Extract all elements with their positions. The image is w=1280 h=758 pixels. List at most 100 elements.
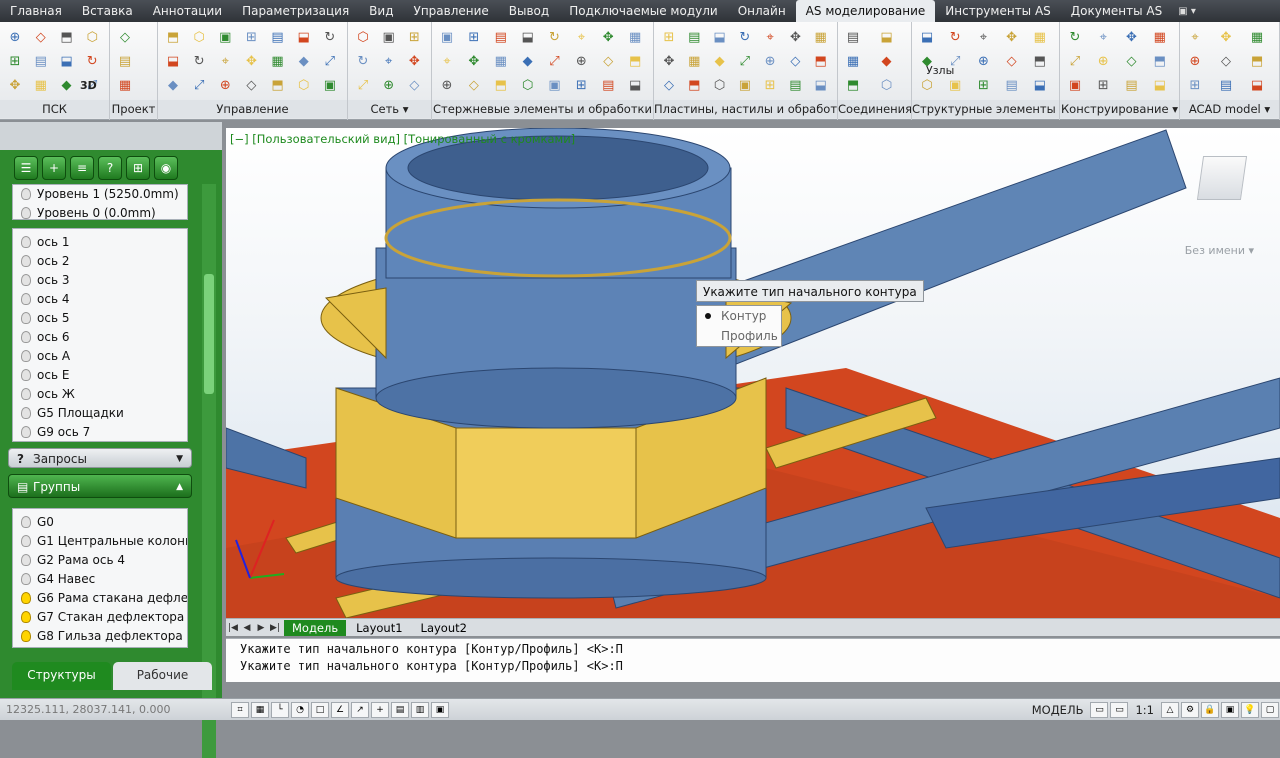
visibility-bulb-icon[interactable] — [21, 369, 31, 381]
ducs-icon[interactable]: ↗ — [351, 701, 369, 718]
group-item[interactable]: G4 Навес — [13, 570, 187, 589]
groups-section-header[interactable]: ▤ Группы ▲ — [8, 474, 192, 498]
viewcube-icon[interactable] — [1196, 156, 1248, 200]
ribbon-tool-icon[interactable]: ▦ — [842, 50, 864, 72]
ribbon-tool-icon[interactable]: ▣ — [436, 26, 458, 48]
ribbon-tool-icon[interactable]: ▤ — [267, 26, 289, 48]
layout-tab[interactable]: Модель — [284, 619, 347, 636]
hardware-acceleration-icon[interactable]: ▣ — [1221, 701, 1239, 718]
axis-item[interactable]: ось 2 — [13, 252, 187, 271]
ribbon-tool-icon[interactable]: ⊕ — [4, 26, 26, 48]
ribbon-tool-icon[interactable]: ⊕ — [214, 74, 236, 96]
ribbon-tool-icon[interactable]: ↻ — [319, 26, 341, 48]
axis-item[interactable]: G9 ось 7 — [13, 423, 187, 441]
axis-item[interactable]: ось 6 — [13, 328, 187, 347]
ribbon-tool-icon[interactable]: ⊞ — [1184, 74, 1206, 96]
menu-tab[interactable]: Вывод — [499, 0, 559, 22]
ribbon-tool-icon[interactable]: ⌖ — [1184, 26, 1206, 48]
ribbon-tool-icon[interactable]: ⬡ — [916, 74, 938, 96]
visibility-bulb-icon[interactable] — [21, 516, 31, 528]
ribbon-tool-icon[interactable]: ⬡ — [876, 74, 898, 96]
ribbon-tool-icon[interactable]: ✥ — [240, 50, 262, 72]
ribbon-panel-title[interactable]: Сеть ▾ — [348, 100, 431, 118]
ribbon-tool-icon[interactable]: ✥ — [463, 50, 485, 72]
ribbon-panel-title[interactable]: Соединения — [838, 100, 911, 118]
ribbon-tool-icon[interactable]: ◆ — [293, 50, 315, 72]
ribbon-tool-icon[interactable]: ✥ — [784, 26, 806, 48]
nodes-button[interactable]: Узлы — [926, 64, 954, 77]
quick-view-layouts-icon[interactable]: ▭ — [1090, 701, 1109, 718]
ribbon-tool-icon[interactable]: ✥ — [403, 50, 425, 72]
ribbon-tool-icon[interactable]: ✥ — [1121, 26, 1143, 48]
ribbon-tool-icon[interactable]: ⬓ — [293, 26, 315, 48]
grid-icon[interactable]: ▦ — [251, 701, 269, 718]
ribbon-tool-icon[interactable]: ⬓ — [56, 50, 78, 72]
named-view-dropdown[interactable]: Без имени ▾ — [1185, 244, 1254, 257]
ribbon-tool-icon[interactable]: ↻ — [544, 26, 566, 48]
visibility-bulb-icon[interactable] — [21, 236, 31, 248]
prev-layout-icon[interactable]: ◀ — [240, 623, 254, 633]
ribbon-tool-icon[interactable]: ▦ — [1029, 26, 1051, 48]
ribbon-tool-icon[interactable]: ⬓ — [876, 26, 898, 48]
layout-tab[interactable]: Layout1 — [348, 620, 410, 636]
axis-item[interactable]: ось А — [13, 347, 187, 366]
ribbon-tool-icon[interactable]: ⤢ — [319, 50, 341, 72]
list-icon[interactable]: ≡ — [70, 156, 94, 180]
ribbon-tool-icon[interactable]: ⤢ — [188, 74, 210, 96]
annotation-visibility-icon[interactable]: △ — [1161, 701, 1179, 718]
ribbon-tool-icon[interactable]: ⬒ — [810, 50, 832, 72]
visibility-bulb-icon[interactable] — [21, 592, 31, 604]
model-viewport[interactable]: [−] [Пользовательский вид] [Тонированный… — [226, 128, 1280, 618]
menu-tab[interactable]: Вставка — [72, 0, 143, 22]
ribbon-tool-icon[interactable]: ▦ — [810, 26, 832, 48]
ribbon-tool-icon[interactable]: ⊞ — [972, 74, 994, 96]
ribbon-tool-icon[interactable]: ◇ — [1001, 50, 1023, 72]
ribbon-tool-icon[interactable]: ▦ — [490, 50, 512, 72]
menu-tab[interactable]: Управление — [404, 0, 499, 22]
ribbon-tool-icon[interactable]: ⬒ — [624, 50, 646, 72]
visibility-bulb-icon[interactable] — [21, 573, 31, 585]
viewport-label[interactable]: [−] [Пользовательский вид] [Тонированный… — [230, 132, 575, 146]
ribbon-tool-icon[interactable]: ⬒ — [267, 74, 289, 96]
menu-tab[interactable]: Аннотации — [143, 0, 232, 22]
sc-icon[interactable]: ▣ — [431, 701, 449, 718]
ribbon-tool-icon[interactable]: ⊞ — [570, 74, 592, 96]
ribbon-tool-icon[interactable]: ▤ — [1215, 74, 1237, 96]
help-icon[interactable]: ? — [98, 156, 122, 180]
visibility-bulb-icon[interactable] — [21, 350, 31, 362]
ribbon-tool-icon[interactable]: ⬓ — [709, 26, 731, 48]
visibility-bulb-icon[interactable] — [21, 535, 31, 547]
ribbon-tool-icon[interactable]: ⬡ — [293, 74, 315, 96]
visibility-bulb-icon[interactable] — [21, 388, 31, 400]
menu-tab[interactable]: Главная — [0, 0, 72, 22]
ribbon-tool-icon[interactable]: ⊞ — [759, 74, 781, 96]
ribbon-panel-title[interactable]: Пластины, настилы и обработки — [654, 100, 837, 118]
dynamic-option[interactable]: Контур — [697, 306, 781, 326]
axis-item[interactable]: ось 3 — [13, 271, 187, 290]
otrack-icon[interactable]: ∠ — [331, 701, 349, 718]
visibility-bulb-icon[interactable] — [21, 274, 31, 286]
dynamic-option[interactable]: Профиль — [697, 326, 781, 346]
ribbon-tool-icon[interactable]: ▣ — [319, 74, 341, 96]
ribbon-tool-icon[interactable]: ⌖ — [214, 50, 236, 72]
menu-tab[interactable]: Инструменты AS — [935, 0, 1061, 22]
visibility-bulb-icon[interactable] — [21, 207, 31, 219]
ribbon-tool-icon[interactable]: ↻ — [81, 50, 103, 72]
ribbon-tool-icon[interactable]: ▤ — [842, 26, 864, 48]
axis-item[interactable]: ось Е — [13, 366, 187, 385]
ribbon-tool-icon[interactable]: ⬡ — [709, 74, 731, 96]
group-item[interactable]: G2 Рама ось 4 — [13, 551, 187, 570]
ribbon-tool-icon[interactable]: ⌖ — [1092, 26, 1114, 48]
dyn-icon[interactable]: + — [371, 701, 389, 718]
ribbon-tool-icon[interactable]: ▤ — [683, 26, 705, 48]
ribbon-tool-icon[interactable]: ▦ — [114, 74, 136, 96]
group-item[interactable]: G0 — [13, 513, 187, 532]
ribbon-tool-icon[interactable]: ▣ — [544, 74, 566, 96]
view-3d-button[interactable]: 3D — [80, 79, 97, 92]
ribbon-tool-icon[interactable]: ◇ — [30, 26, 52, 48]
ribbon-tool-icon[interactable]: ↻ — [188, 50, 210, 72]
menu-tab[interactable]: Подключаемые модули — [559, 0, 728, 22]
ribbon-tool-icon[interactable]: ▤ — [114, 50, 136, 72]
ribbon-tool-icon[interactable]: ✥ — [597, 26, 619, 48]
ribbon-tool-icon[interactable]: ⬒ — [56, 26, 78, 48]
